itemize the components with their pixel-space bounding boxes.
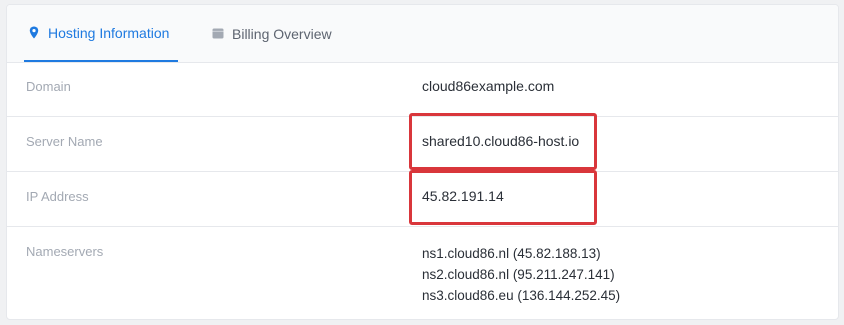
nameserver-item: ns2.cloud86.nl (95.211.247.141): [422, 267, 615, 282]
domain-label: Domain: [26, 79, 71, 94]
tab-hosting-information[interactable]: Hosting Information: [24, 5, 178, 62]
tab-bar: Hosting Information Billing Overview: [7, 5, 838, 63]
tab-hosting-information-label: Hosting Information: [48, 24, 170, 41]
map-pin-icon: [28, 26, 40, 40]
hosting-info-card: Hosting Information Billing Overview Dom…: [6, 4, 839, 320]
server-name-label: Server Name: [26, 134, 103, 149]
domain-row: Domain cloud86example.com: [7, 62, 838, 117]
folder-icon: [212, 27, 224, 41]
nameserver-item: ns3.cloud86.eu (136.144.252.45): [422, 288, 621, 303]
tab-billing-overview[interactable]: Billing Overview: [212, 5, 332, 62]
nameservers-list: ns1.cloud86.nl (45.82.188.13) ns2.cloud8…: [422, 243, 620, 306]
nameserver-item: ns1.cloud86.nl (45.82.188.13): [422, 246, 601, 261]
nameservers-row: Nameservers ns1.cloud86.nl (45.82.188.13…: [7, 227, 838, 319]
domain-value: cloud86example.com: [422, 78, 555, 94]
nameservers-label: Nameservers: [26, 244, 104, 259]
server-name-highlight-box: [409, 113, 597, 170]
ip-address-highlight-box: [409, 170, 597, 225]
ip-address-label: IP Address: [26, 189, 89, 204]
tab-billing-overview-label: Billing Overview: [232, 25, 332, 42]
